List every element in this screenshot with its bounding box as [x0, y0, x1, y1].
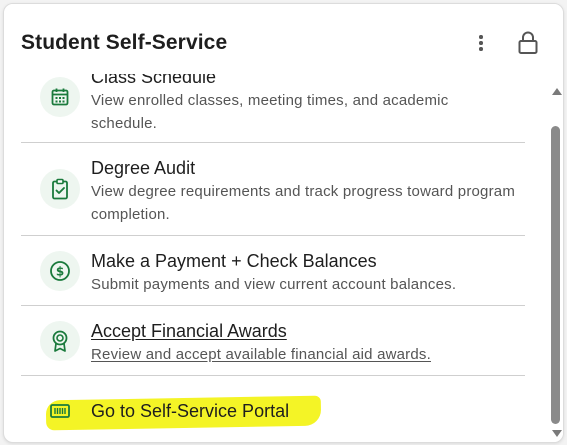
- list-item-make-payment[interactable]: $ Make a Payment + Check Balances Submit…: [21, 236, 525, 306]
- kebab-menu-icon[interactable]: [470, 32, 492, 54]
- item-title: Go to Self-Service Portal: [91, 401, 290, 421]
- item-title[interactable]: Accept Financial Awards: [91, 320, 517, 342]
- vertical-scrollbar[interactable]: [547, 74, 563, 442]
- svg-text:$: $: [56, 264, 64, 278]
- portal-icon: [40, 391, 80, 431]
- list-item-self-service-portal[interactable]: Go to Self-Service Portal: [21, 376, 525, 442]
- list-item-class-schedule[interactable]: Class Schedule View enrolled classes, me…: [21, 74, 525, 143]
- service-list: Class Schedule View enrolled classes, me…: [4, 74, 547, 442]
- calendar-icon: [40, 77, 80, 117]
- item-description: View degree requirements and track progr…: [91, 183, 516, 223]
- card-title: Student Self-Service: [21, 31, 228, 54]
- dollar-circle-icon: $: [40, 250, 80, 291]
- item-description: View enrolled classes, meeting times, an…: [91, 92, 449, 132]
- item-title: Degree Audit: [91, 158, 196, 178]
- award-ribbon-icon: [40, 320, 80, 361]
- clipboard-check-icon: [40, 169, 80, 209]
- item-description: Submit payments and view current account…: [91, 276, 457, 293]
- card-header: Student Self-Service: [4, 4, 563, 74]
- list-item-accept-financial-awards[interactable]: Accept Financial Awards Review and accep…: [21, 306, 525, 376]
- list-item-degree-audit[interactable]: Degree Audit View degree requirements an…: [21, 143, 525, 236]
- scrollbar-thumb[interactable]: [551, 126, 560, 424]
- item-description[interactable]: Review and accept available financial ai…: [91, 343, 517, 366]
- scroll-down-arrow-icon[interactable]: [552, 430, 562, 437]
- item-title: Make a Payment + Check Balances: [91, 251, 377, 271]
- item-title: Class Schedule: [91, 74, 217, 87]
- lock-icon[interactable]: [516, 30, 540, 56]
- scroll-up-arrow-icon[interactable]: [552, 88, 562, 95]
- student-self-service-card: Student Self-Service Class Schedule View…: [3, 3, 564, 443]
